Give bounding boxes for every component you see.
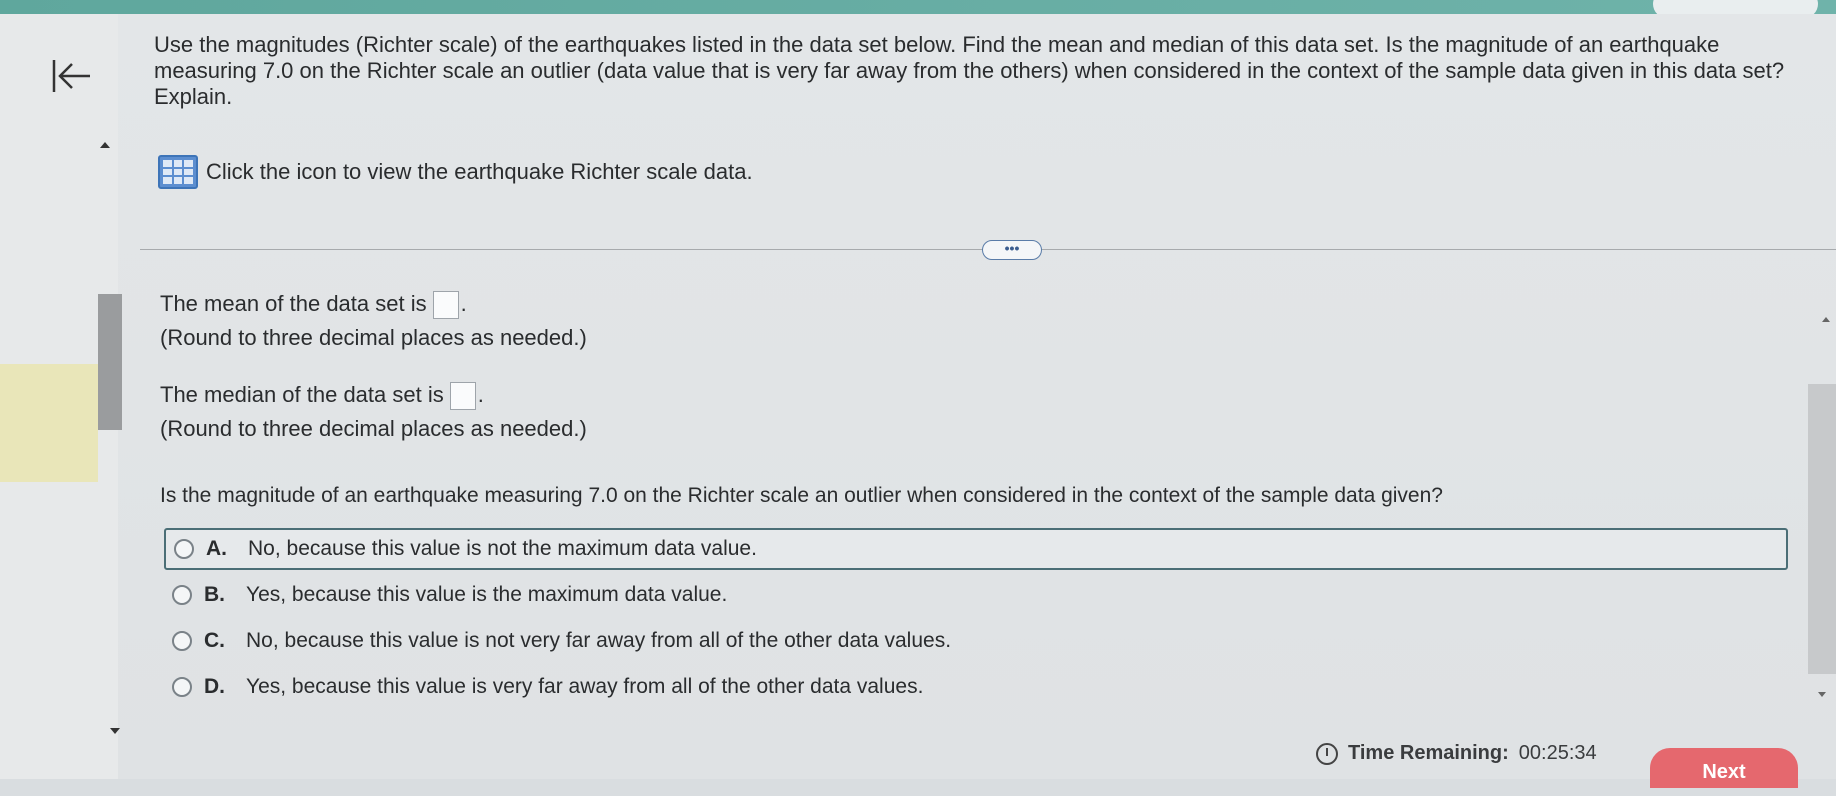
mean-answer-row: The mean of the data set is. — [160, 287, 467, 321]
choice-d[interactable]: D. Yes, because this value is very far a… — [164, 666, 1788, 708]
scroll-up-icon[interactable] — [1822, 317, 1830, 322]
view-data-link[interactable]: Click the icon to view the earthquake Ri… — [158, 154, 753, 190]
median-input[interactable] — [449, 382, 476, 411]
table-icon[interactable] — [158, 155, 198, 189]
median-hint: (Round to three decimal places as needed… — [160, 416, 587, 441]
mean-input[interactable] — [432, 291, 459, 320]
choice-d-radio[interactable] — [172, 677, 192, 697]
rail-scroll-down-icon[interactable] — [110, 728, 120, 734]
choice-a[interactable]: A. No, because this value is not the max… — [164, 528, 1788, 570]
choice-b-text: Yes, because this value is the maximum d… — [246, 583, 728, 606]
choice-c-text: No, because this value is not very far a… — [246, 629, 952, 652]
mean-hint: (Round to three decimal places as needed… — [160, 325, 587, 350]
choice-c[interactable]: C. No, because this value is not very fa… — [164, 620, 1788, 662]
rail-highlight — [0, 364, 98, 482]
right-scrollbar[interactable] — [1808, 384, 1836, 674]
view-data-label[interactable]: Click the icon to view the earthquake Ri… — [206, 159, 753, 185]
next-button[interactable]: Next — [1650, 748, 1798, 788]
expand-more-button[interactable]: ••• — [982, 240, 1042, 260]
question-page: Use the magnitudes (Richter scale) of th… — [0, 14, 1836, 779]
median-suffix: . — [477, 382, 484, 407]
mean-suffix: . — [460, 291, 467, 316]
time-remaining-label: Time Remaining: — [1348, 742, 1509, 764]
choice-c-radio[interactable] — [172, 631, 192, 651]
clock-icon — [1316, 742, 1338, 765]
back-arrow-icon[interactable] — [48, 52, 96, 100]
choice-d-letter: D. — [204, 675, 225, 698]
choice-c-letter: C. — [204, 629, 225, 652]
median-answer-row: The median of the data set is. — [160, 378, 484, 412]
rail-scroll-up-icon[interactable] — [100, 142, 110, 148]
time-remaining-value: 00:25:34 — [1518, 742, 1597, 764]
time-remaining: Time Remaining: 00:25:34 — [1316, 742, 1597, 765]
choice-b-letter: B. — [204, 583, 225, 606]
choice-a-radio[interactable] — [174, 539, 194, 559]
choice-d-text: Yes, because this value is very far away… — [246, 675, 924, 698]
question-text: Use the magnitudes (Richter scale) of th… — [154, 32, 1785, 109]
rail-scrollbar-thumb[interactable] — [98, 294, 122, 430]
mean-prompt: The mean of the data set is — [160, 291, 427, 316]
scroll-down-icon[interactable] — [1818, 692, 1826, 697]
median-prompt: The median of the data set is — [160, 382, 444, 407]
outlier-question: Is the magnitude of an earthquake measur… — [160, 484, 1443, 507]
choice-a-letter: A. — [206, 537, 227, 560]
choice-a-text: No, because this value is not the maximu… — [248, 537, 757, 560]
choice-b-radio[interactable] — [172, 585, 192, 605]
left-rail — [0, 14, 122, 779]
choice-b[interactable]: B. Yes, because this value is the maximu… — [164, 574, 1788, 616]
